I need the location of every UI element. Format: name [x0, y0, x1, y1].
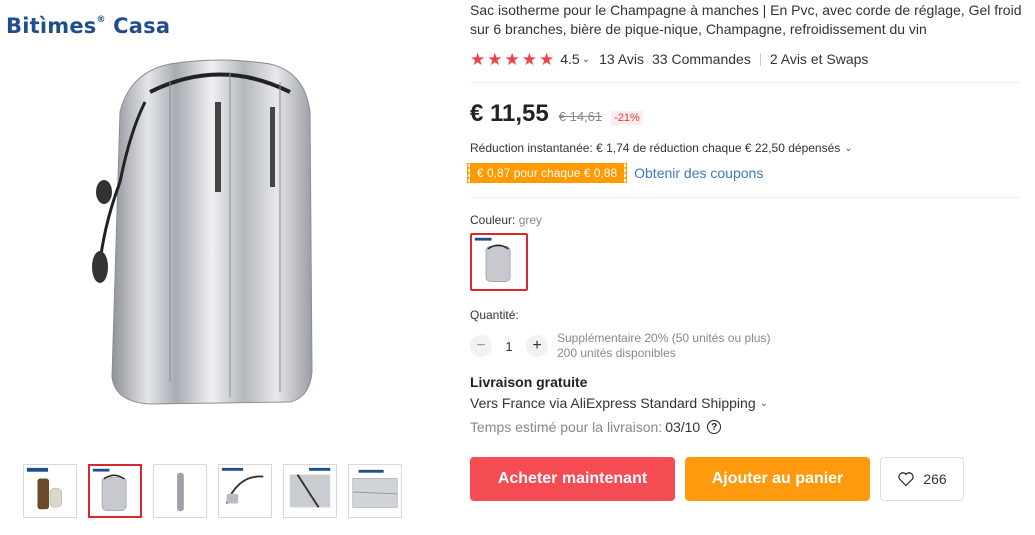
coupon-badge: € 0,87 pour chaque € 0,88: [470, 163, 628, 183]
wishlist-button[interactable]: 266: [880, 457, 964, 501]
divider: [759, 52, 761, 66]
delivery-date: 03/10: [665, 419, 701, 435]
star-icon: ★: [487, 49, 503, 69]
delivery-time-label: Temps estimé pour la livraison:: [470, 419, 663, 435]
buy-now-button[interactable]: Acheter maintenant: [470, 457, 675, 501]
color-label-text: Couleur:: [470, 213, 516, 227]
shipping-title: Livraison gratuite: [470, 374, 588, 390]
star-icon: ★: [504, 49, 520, 69]
chevron-down-icon[interactable]: ⌄: [760, 398, 768, 409]
bulk-discount-text: Supplémentaire 20% (50 unités ou plus): [557, 331, 771, 345]
thumbnail-2[interactable]: [88, 464, 142, 518]
quantity-label: Quantité:: [470, 308, 519, 322]
product-details: Sac isotherme pour le Champagne à manche…: [470, 0, 1022, 501]
thumbnail-5[interactable]: [283, 464, 337, 518]
thumbnail-3[interactable]: [153, 464, 207, 518]
thumbnail-4[interactable]: [218, 464, 272, 518]
quantity-info: Supplémentaire 20% (50 unités ou plus) 2…: [557, 331, 770, 361]
delivery-time: Temps estimé pour la livraison: 03/10 ?: [470, 419, 1022, 435]
thumbnail-6[interactable]: [348, 464, 402, 518]
orders-count: 33 Commandes: [652, 51, 751, 67]
color-label: Couleur: grey: [470, 213, 1022, 227]
rating-row: ★ ★ ★ ★ ★ 4.5 ⌄ 13 Avis 33 Commandes 2 A…: [470, 49, 1022, 69]
thumbnail-strip: [23, 464, 402, 518]
brand-logo: Bitìmes® Casa: [6, 14, 171, 38]
get-coupons-link[interactable]: Obtenir des coupons: [634, 165, 763, 181]
instant-discount[interactable]: Réduction instantanée: € 1,74 de réducti…: [470, 141, 1022, 155]
add-to-cart-button[interactable]: Ajouter au panier: [685, 457, 870, 501]
star-icon: ★: [539, 49, 555, 69]
action-buttons: Acheter maintenant Ajouter au panier 266: [470, 457, 1022, 501]
rating-stars: ★ ★ ★ ★ ★: [470, 51, 554, 68]
main-product-image: [90, 52, 350, 420]
shipping-method[interactable]: Vers France via AliExpress Standard Ship…: [470, 395, 1022, 411]
chevron-down-icon[interactable]: ⌄: [582, 54, 590, 65]
swaps-link[interactable]: 2 Avis et Swaps: [770, 51, 869, 67]
thumbnail-1[interactable]: [23, 464, 77, 518]
star-icon: ★: [521, 49, 537, 69]
help-icon[interactable]: ?: [707, 420, 722, 434]
reviews-link[interactable]: 13 Avis: [599, 51, 644, 67]
color-value: grey: [518, 213, 543, 227]
price-row: € 11,55 € 14,61 -21%: [470, 100, 1022, 128]
product-gallery: Bitìmes® Casa: [0, 0, 420, 535]
chevron-down-icon[interactable]: ⌄: [844, 143, 852, 154]
wishlist-count: 266: [923, 471, 947, 487]
star-icon: ★: [470, 49, 486, 69]
discount-badge: -21%: [611, 111, 643, 125]
quantity-value[interactable]: 1: [492, 339, 526, 354]
divider: [470, 197, 1020, 198]
quantity-stepper: − 1 + Supplémentaire 20% (50 unités ou p…: [470, 331, 1022, 361]
product-title: Sac isotherme pour le Champagne à manche…: [470, 2, 1022, 37]
original-price: € 14,61: [558, 109, 603, 124]
shipping-method-text: Vers France via AliExpress Standard Ship…: [470, 395, 756, 411]
heart-icon: [898, 472, 915, 487]
instant-discount-text: Réduction instantanée: € 1,74 de réducti…: [470, 141, 841, 155]
stock-text: 200 unités disponibles: [557, 346, 676, 360]
quantity-minus-button[interactable]: −: [470, 335, 492, 357]
quantity-plus-button[interactable]: +: [526, 335, 548, 357]
color-swatch-grey[interactable]: [470, 233, 528, 291]
divider: [470, 82, 1020, 83]
coupon-row: € 0,87 pour chaque € 0,88 Obtenir des co…: [470, 163, 1022, 183]
rating-value[interactable]: 4.5: [560, 51, 579, 67]
current-price: € 11,55: [470, 100, 549, 127]
